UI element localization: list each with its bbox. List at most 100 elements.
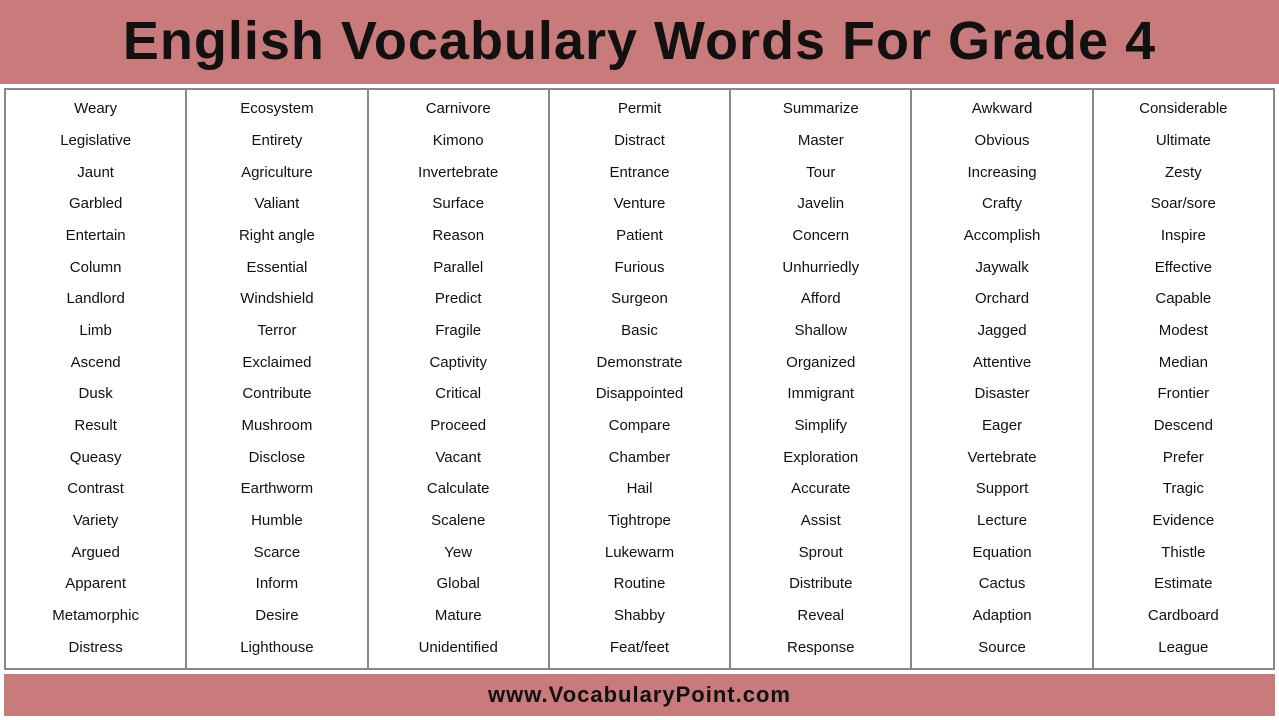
word-item: Distribute bbox=[789, 575, 852, 594]
word-item: Mushroom bbox=[241, 417, 312, 436]
word-item: Median bbox=[1159, 354, 1208, 373]
vocabulary-column-6: Awkward Obvious Increasing Crafty Accomplish… bbox=[912, 90, 1093, 668]
word-item: Awkward bbox=[972, 100, 1033, 119]
word-item: Eager bbox=[982, 417, 1022, 436]
word-item: Windshield bbox=[240, 290, 313, 309]
word-item: Soar/sore bbox=[1151, 195, 1216, 214]
word-item: Unidentified bbox=[419, 639, 498, 658]
word-item: Inspire bbox=[1161, 227, 1206, 246]
word-item: Accomplish bbox=[964, 227, 1041, 246]
word-item: Support bbox=[976, 480, 1029, 499]
word-item: Scarce bbox=[254, 544, 301, 563]
word-item: Limb bbox=[79, 322, 112, 341]
footer-url: www.VocabularyPoint.com bbox=[488, 682, 791, 707]
word-item: Response bbox=[787, 639, 855, 658]
word-item: Cardboard bbox=[1148, 607, 1219, 626]
word-item: Garbled bbox=[69, 195, 122, 214]
word-item: Landlord bbox=[66, 290, 124, 309]
vocabulary-column-2: EcosystemEntiretyAgricultureValiantRight… bbox=[187, 90, 368, 668]
word-item: Cactus bbox=[979, 575, 1026, 594]
word-item: Carnivore bbox=[426, 100, 491, 119]
word-item: Accurate bbox=[791, 480, 850, 499]
word-item: Fragile bbox=[435, 322, 481, 341]
vocabulary-column-5: SummarizeMasterTourJavelinConcernUnhurri… bbox=[731, 90, 912, 668]
word-item: Unhurriedly bbox=[782, 259, 859, 278]
word-item: Reveal bbox=[797, 607, 844, 626]
word-item: Tightrope bbox=[608, 512, 671, 531]
word-item: Javelin bbox=[797, 195, 844, 214]
word-item: Master bbox=[798, 132, 844, 151]
word-item: Parallel bbox=[433, 259, 483, 278]
word-item: Patient bbox=[616, 227, 663, 246]
word-item: Ascend bbox=[71, 354, 121, 373]
word-item: Capable bbox=[1155, 290, 1211, 309]
vocabulary-column-1: WearyLegislativeJauntGarbledEntertainCol… bbox=[6, 90, 187, 668]
vocabulary-table: WearyLegislativeJauntGarbledEntertainCol… bbox=[4, 88, 1275, 670]
word-item: Metamorphic bbox=[52, 607, 139, 626]
word-item: Valiant bbox=[255, 195, 300, 214]
word-item: Distress bbox=[69, 639, 123, 658]
word-item: Venture bbox=[614, 195, 666, 214]
word-item: Adaption bbox=[972, 607, 1031, 626]
word-item: Inform bbox=[256, 575, 299, 594]
word-item: Legislative bbox=[60, 132, 131, 151]
word-item: Sprout bbox=[799, 544, 843, 563]
word-item: Concern bbox=[792, 227, 849, 246]
word-item: Exploration bbox=[783, 449, 858, 468]
word-item: Vertebrate bbox=[967, 449, 1036, 468]
word-item: Permit bbox=[618, 100, 661, 119]
word-item: Immigrant bbox=[787, 385, 854, 404]
word-item: Shabby bbox=[614, 607, 665, 626]
word-item: Variety bbox=[73, 512, 119, 531]
word-item: Weary bbox=[74, 100, 117, 119]
word-item: Increasing bbox=[967, 164, 1036, 183]
word-item: Entrance bbox=[609, 164, 669, 183]
word-item: Jaywalk bbox=[975, 259, 1028, 278]
word-item: League bbox=[1158, 639, 1208, 658]
word-item: Ultimate bbox=[1156, 132, 1211, 151]
word-item: Considerable bbox=[1139, 100, 1227, 119]
word-item: Apparent bbox=[65, 575, 126, 594]
word-item: Distract bbox=[614, 132, 665, 151]
word-item: Desire bbox=[255, 607, 298, 626]
word-item: Jagged bbox=[977, 322, 1026, 341]
word-item: Simplify bbox=[795, 417, 848, 436]
word-item: Obvious bbox=[975, 132, 1030, 151]
word-item: Summarize bbox=[783, 100, 859, 119]
word-item: Humble bbox=[251, 512, 303, 531]
word-item: Hail bbox=[627, 480, 653, 499]
word-item: Zesty bbox=[1165, 164, 1202, 183]
word-item: Agriculture bbox=[241, 164, 313, 183]
word-item: Afford bbox=[801, 290, 841, 309]
word-item: Compare bbox=[609, 417, 671, 436]
word-item: Yew bbox=[444, 544, 472, 563]
page-title: English Vocabulary Words For Grade 4 bbox=[0, 10, 1279, 72]
word-item: Assist bbox=[801, 512, 841, 531]
word-item: Surgeon bbox=[611, 290, 668, 309]
word-item: Dusk bbox=[79, 385, 113, 404]
word-item: Argued bbox=[71, 544, 119, 563]
word-item: Evidence bbox=[1152, 512, 1214, 531]
word-item: Organized bbox=[786, 354, 855, 373]
word-item: Queasy bbox=[70, 449, 122, 468]
vocabulary-column-3: CarnivoreKimonoInvertebrateSurfaceReason… bbox=[369, 90, 550, 668]
word-item: Prefer bbox=[1163, 449, 1204, 468]
word-item: Kimono bbox=[433, 132, 484, 151]
footer-bar: www.VocabularyPoint.com bbox=[4, 674, 1275, 716]
word-item: Chamber bbox=[609, 449, 671, 468]
word-item: Tragic bbox=[1163, 480, 1204, 499]
word-item: Equation bbox=[972, 544, 1031, 563]
word-item: Calculate bbox=[427, 480, 490, 499]
word-item: Proceed bbox=[430, 417, 486, 436]
word-item: Disclose bbox=[249, 449, 306, 468]
vocabulary-column-7: Considerable Ultimate Zesty Soar/sore Inspir… bbox=[1094, 90, 1273, 668]
word-item: Estimate bbox=[1154, 575, 1212, 594]
word-item: Earthworm bbox=[241, 480, 314, 499]
word-item: Frontier bbox=[1157, 385, 1209, 404]
word-item: Shallow bbox=[795, 322, 848, 341]
word-item: Thistle bbox=[1161, 544, 1205, 563]
word-item: Furious bbox=[614, 259, 664, 278]
word-item: Lighthouse bbox=[240, 639, 313, 658]
word-item: Crafty bbox=[982, 195, 1022, 214]
word-item: Source bbox=[978, 639, 1026, 658]
